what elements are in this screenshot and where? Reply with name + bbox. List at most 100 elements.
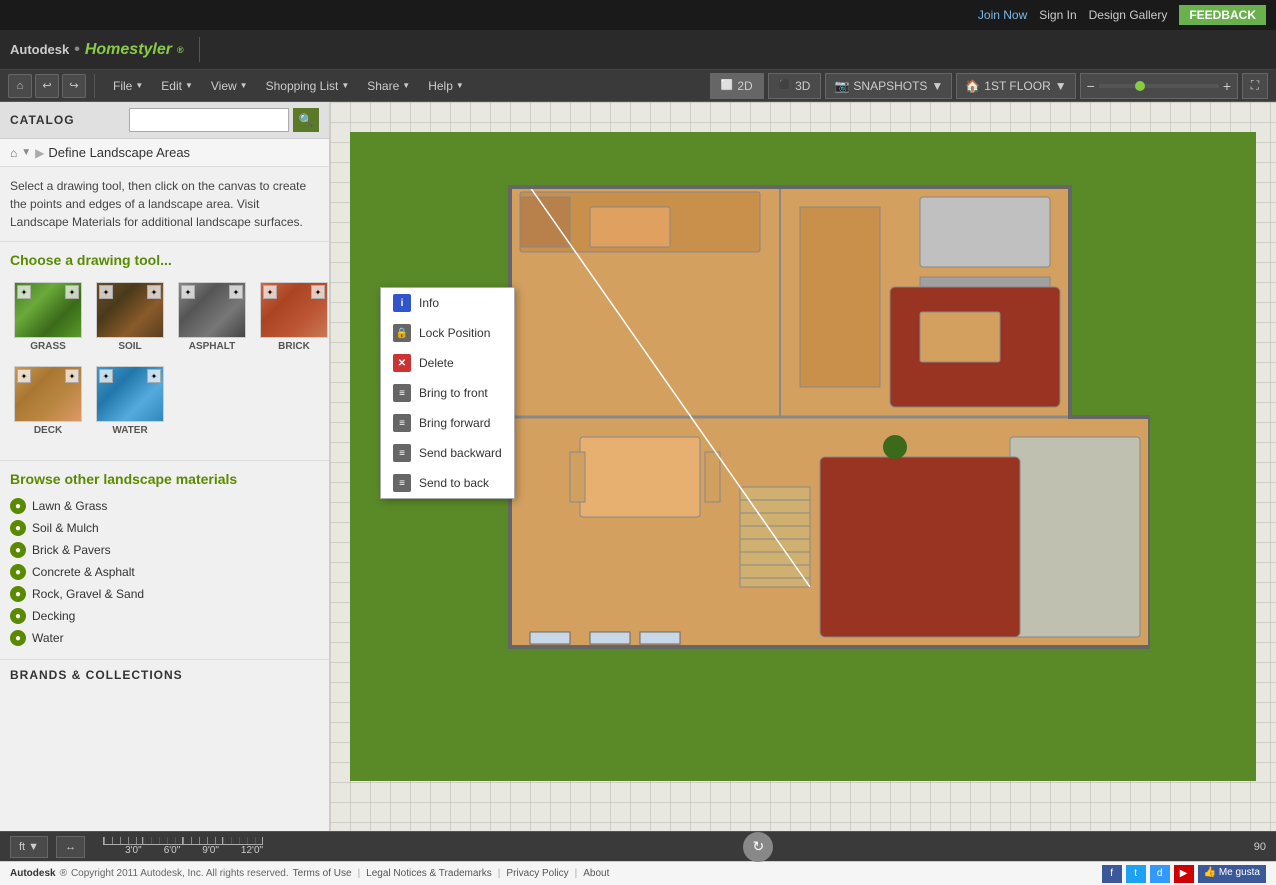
send-to-back-icon: ≡ (393, 474, 411, 492)
grass-corner-icon-tl: ✦ (17, 285, 31, 299)
ctx-send-backward[interactable]: ≡ Send backward (381, 438, 514, 468)
zoom-in-button[interactable]: + (1223, 78, 1231, 94)
lock-icon: 🔒 (393, 324, 411, 342)
app-logo: Autodesk • Homestyler ® (10, 41, 184, 59)
edit-menu[interactable]: Edit▼ (153, 75, 201, 97)
canvas-area[interactable]: i Info 🔒 Lock Position ✕ Delete ≡ Bring … (330, 102, 1276, 831)
floor-plan-svg (430, 157, 1150, 677)
browse-concrete-asphalt[interactable]: ● Concrete & Asphalt (10, 561, 319, 583)
soil-corner-icon-tr: ✦ (147, 285, 161, 299)
drawing-tools-section: Choose a drawing tool... ✦ ✦ GRASS ✦ ✦ S… (0, 242, 329, 460)
grass-tool[interactable]: ✦ ✦ GRASS (10, 278, 86, 356)
logo-divider (199, 37, 200, 62)
view-menu[interactable]: View▼ (203, 75, 256, 97)
share-menu[interactable]: Share▼ (359, 75, 418, 97)
like-button[interactable]: 👍 Me gusta (1198, 865, 1266, 883)
tool-grid: ✦ ✦ GRASS ✦ ✦ SOIL ✦ ✦ (10, 278, 319, 440)
browse-rock-gravel[interactable]: ● Rock, Gravel & Sand (10, 583, 319, 605)
browse-brick-pavers[interactable]: ● Brick & Pavers (10, 539, 319, 561)
browse-section: Browse other landscape materials ● Lawn … (0, 460, 329, 659)
privacy-link[interactable]: Privacy Policy (506, 868, 568, 879)
scale-labels: 3'0" 6'0" 9'0" 12'0" (103, 845, 263, 856)
asphalt-tool-label: ASPHALT (189, 341, 235, 352)
home-toolbar-button[interactable]: ⌂ (8, 74, 32, 98)
water-browse-icon: ● (10, 630, 26, 646)
browse-lawn-grass[interactable]: ● Lawn & Grass (10, 495, 319, 517)
soil-thumb: ✦ ✦ (96, 282, 164, 338)
breadcrumb: ⌂ ▼ ▶ Define Landscape Areas (0, 139, 329, 167)
help-menu[interactable]: Help▼ (420, 75, 472, 97)
home-breadcrumb-icon[interactable]: ⌂ (10, 146, 17, 160)
ctx-bring-fwd-label: Bring forward (419, 416, 490, 430)
undo-button[interactable]: ↩ (35, 74, 59, 98)
info-icon: i (393, 294, 411, 312)
delete-icon: ✕ (393, 354, 411, 372)
logo-separator: • (74, 41, 80, 59)
ctx-delete[interactable]: ✕ Delete (381, 348, 514, 378)
browse-title: Browse other landscape materials (10, 471, 319, 487)
bring-forward-icon: ≡ (393, 414, 411, 432)
deck-thumb: ✦ ✦ (14, 366, 82, 422)
menubar: ⌂ ↩ ↪ File▼ Edit▼ View▼ Shopping List▼ S… (0, 70, 1276, 102)
brands-title: BRANDS & COLLECTIONS (10, 668, 319, 682)
browse-water[interactable]: ● Water (10, 627, 319, 649)
zoom-indicator: 90 (1254, 841, 1266, 853)
ctx-bring-forward[interactable]: ≡ Bring forward (381, 408, 514, 438)
terms-link[interactable]: Terms of Use (293, 868, 352, 879)
water-tool[interactable]: ✦ ✦ WATER (92, 362, 168, 440)
ctx-lock-position[interactable]: 🔒 Lock Position (381, 318, 514, 348)
water-thumb: ✦ ✦ (96, 366, 164, 422)
soil-tool[interactable]: ✦ ✦ SOIL (92, 278, 168, 356)
asphalt-tool[interactable]: ✦ ✦ ASPHALT (174, 278, 250, 356)
legal-link[interactable]: Legal Notices & Trademarks (366, 868, 492, 879)
redo-button[interactable]: ↪ (62, 74, 86, 98)
ctx-bring-to-front[interactable]: ≡ Bring to front (381, 378, 514, 408)
scale-120: 12'0" (241, 845, 263, 856)
footer-links: Terms of Use | Legal Notices & Trademark… (293, 868, 610, 879)
toolbar-icons: ⌂ ↩ ↪ (8, 74, 95, 98)
shopping-list-menu[interactable]: Shopping List▼ (258, 75, 358, 97)
about-link[interactable]: About (583, 868, 609, 879)
file-menu[interactable]: File▼ (105, 75, 151, 97)
browse-soil-mulch[interactable]: ● Soil & Mulch (10, 517, 319, 539)
snapshots-button[interactable]: 📷 SNAPSHOTS ▼ (825, 73, 952, 99)
ctx-send-to-back[interactable]: ≡ Send to back (381, 468, 514, 498)
orientation-button[interactable]: ↻ (743, 832, 773, 862)
scale-ruler: 3'0" 6'0" 9'0" 12'0" (103, 837, 263, 856)
twitter-icon[interactable]: t (1126, 865, 1146, 883)
feedback-button[interactable]: FEEDBACK (1179, 5, 1266, 25)
unit-button[interactable]: ft ▼ (10, 836, 48, 858)
youtube-icon[interactable]: ▶ (1174, 865, 1194, 883)
bring-front-icon: ≡ (393, 384, 411, 402)
view-2d-button[interactable]: ⬜ 2D (710, 73, 764, 99)
delicious-icon[interactable]: d (1150, 865, 1170, 883)
search-button[interactable]: 🔍 (293, 108, 319, 132)
brick-corner-icon-tl: ✦ (263, 285, 277, 299)
sign-in-link[interactable]: Sign In (1039, 8, 1076, 22)
soil-mulch-label: Soil & Mulch (32, 521, 99, 535)
join-now-link[interactable]: Join Now (978, 8, 1027, 22)
water-corner-icon-tr: ✦ (147, 369, 161, 383)
fullscreen-button[interactable]: ⛶ (1242, 73, 1268, 99)
view-3d-button[interactable]: ⬛ 3D (768, 73, 822, 99)
soil-corner-icon-tl: ✦ (99, 285, 113, 299)
brick-tool[interactable]: ✦ ✦ BRICK (256, 278, 330, 356)
footer: Autodesk ® Copyright 2011 Autodesk, Inc.… (0, 861, 1276, 885)
breadcrumb-dropdown[interactable]: ▼ (21, 147, 31, 158)
scale-seg-3 (183, 837, 223, 844)
design-gallery-link[interactable]: Design Gallery (1089, 8, 1168, 22)
deck-tool[interactable]: ✦ ✦ DECK (10, 362, 86, 440)
measure-button[interactable]: ↔ (56, 836, 85, 858)
scale-30: 3'0" (125, 845, 142, 856)
context-menu: i Info 🔒 Lock Position ✕ Delete ≡ Bring … (380, 287, 515, 499)
ctx-info[interactable]: i Info (381, 288, 514, 318)
facebook-icon[interactable]: f (1102, 865, 1122, 883)
floor-button[interactable]: 🏠 1ST FLOOR ▼ (956, 73, 1075, 99)
zoom-bar: − + (1080, 73, 1238, 99)
scale-seg-1 (103, 837, 143, 844)
browse-decking[interactable]: ● Decking (10, 605, 319, 627)
search-input[interactable] (129, 108, 289, 132)
zoom-out-button[interactable]: − (1087, 78, 1095, 94)
zoom-slider[interactable] (1099, 84, 1219, 88)
search-box: 🔍 (129, 108, 319, 132)
